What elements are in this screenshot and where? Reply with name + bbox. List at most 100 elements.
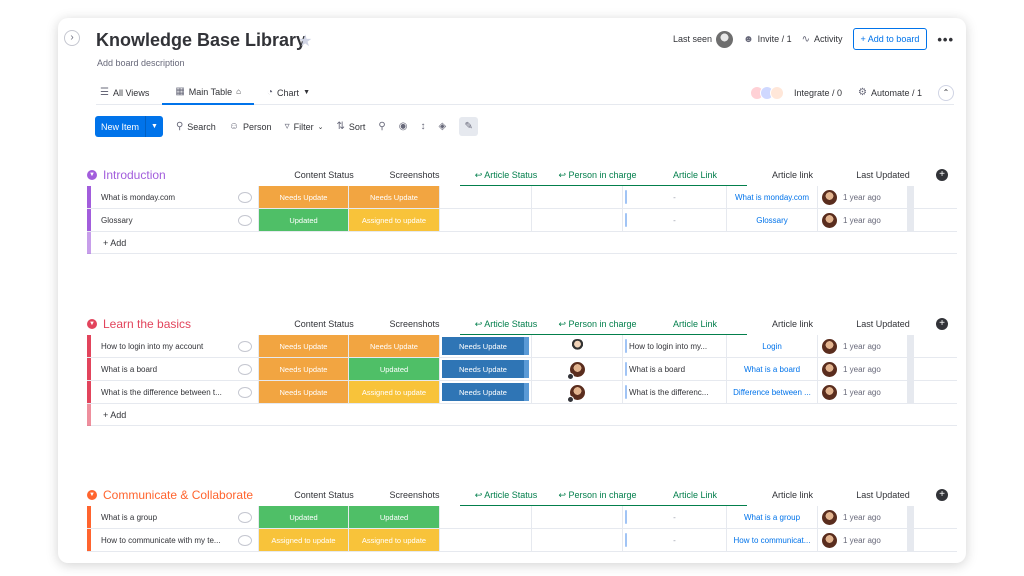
last-updated-cell[interactable]: 1 year ago xyxy=(818,209,908,231)
all-views-tab[interactable]: ☰ All Views xyxy=(96,81,162,105)
add-column-icon[interactable]: + xyxy=(936,169,948,181)
item-name-cell[interactable]: What is the difference between t... xyxy=(87,381,259,403)
table-row[interactable]: What is the difference between t... Needs… xyxy=(87,381,957,404)
item-name[interactable]: How to login into my account xyxy=(101,342,203,351)
chevron-down-icon[interactable]: ▼ xyxy=(87,319,97,329)
article-status-cell[interactable]: Needs Update xyxy=(440,381,532,403)
item-name-cell[interactable]: How to communicate with my te... xyxy=(87,529,259,551)
column-header[interactable]: ↩ Person in charge xyxy=(552,484,643,506)
item-name[interactable]: What is the difference between t... xyxy=(101,388,222,397)
group-name[interactable]: Learn the basics xyxy=(103,317,191,331)
comment-icon[interactable] xyxy=(238,534,252,546)
automate-button[interactable]: ⚙ Automate / 1 xyxy=(858,87,922,98)
screenshots-status-cell[interactable]: Updated xyxy=(349,358,440,380)
content-status-cell[interactable]: Needs Update xyxy=(259,358,349,380)
item-name[interactable]: What is a group xyxy=(101,513,157,522)
group-name[interactable]: Introduction xyxy=(103,168,166,182)
avatar[interactable] xyxy=(569,338,585,354)
last-seen[interactable]: Last seen xyxy=(673,30,734,48)
article-link[interactable]: Glossary xyxy=(756,216,788,225)
content-status-cell[interactable]: Needs Update xyxy=(259,335,349,357)
column-header[interactable]: ↩ Person in charge xyxy=(552,313,643,335)
article-status-cell[interactable]: Needs Update xyxy=(440,335,532,357)
filter-button[interactable]: ▿ Filter ⌄ xyxy=(285,121,324,132)
group-title[interactable]: ▼ Communicate & Collaborate xyxy=(87,488,279,502)
article-link-text-cell[interactable]: - xyxy=(623,506,727,528)
column-header[interactable]: Screenshots xyxy=(369,164,460,186)
content-status-cell[interactable]: Assigned to update xyxy=(259,529,349,551)
column-header[interactable]: Screenshots xyxy=(369,484,460,506)
content-status-cell[interactable]: Needs Update xyxy=(259,186,349,208)
hide-icon[interactable]: ◉ xyxy=(399,121,408,132)
add-to-board-button[interactable]: + Add to board xyxy=(852,28,928,50)
article-link-text-cell[interactable]: How to login into my... xyxy=(623,335,727,357)
article-link[interactable]: What is a board xyxy=(744,365,800,374)
last-updated-cell[interactable]: 1 year ago xyxy=(818,381,908,403)
table-row[interactable]: Glossary Updated Assigned to update - Glossa… xyxy=(87,209,957,232)
table-row[interactable]: What is monday.com Needs Update Needs Upda… xyxy=(87,186,957,209)
column-header[interactable]: Screenshots xyxy=(369,313,460,335)
board-description[interactable]: Add board description xyxy=(97,58,185,68)
column-header[interactable]: Article link xyxy=(747,484,838,506)
search-button[interactable]: ⚲ Search xyxy=(176,121,216,132)
article-link-cell[interactable]: What is a board xyxy=(727,358,818,380)
paint-brush-icon[interactable]: ✎ xyxy=(459,117,479,136)
comment-icon[interactable] xyxy=(238,214,252,226)
sort-button[interactable]: ⇅ Sort xyxy=(336,121,365,132)
add-item-row[interactable]: + Add xyxy=(87,403,957,426)
screenshots-status-cell[interactable]: Needs Update xyxy=(349,186,440,208)
add-item-button[interactable]: + Add xyxy=(87,231,930,254)
article-status-cell[interactable] xyxy=(440,506,532,528)
screenshots-status-cell[interactable]: Updated xyxy=(349,506,440,528)
item-name-cell[interactable]: How to login into my account xyxy=(87,335,259,357)
last-updated-cell[interactable]: 1 year ago xyxy=(818,335,908,357)
screenshots-status-cell[interactable]: Assigned to update xyxy=(349,209,440,231)
column-header[interactable]: Content Status xyxy=(279,313,369,335)
chevron-up-icon[interactable]: ⌃ xyxy=(938,84,954,101)
main-table-tab[interactable]: ▦ Main Table ⌂ xyxy=(162,81,254,105)
new-item-button[interactable]: New Item ▼ xyxy=(95,116,163,137)
article-link[interactable]: Login xyxy=(762,342,782,351)
item-name[interactable]: What is monday.com xyxy=(101,193,175,202)
column-header[interactable]: Article link xyxy=(747,313,838,335)
group-name[interactable]: Communicate & Collaborate xyxy=(103,488,253,502)
avatar[interactable] xyxy=(566,361,585,380)
article-link-cell[interactable]: Glossary xyxy=(727,209,818,231)
table-row[interactable]: What is a board Needs Update Updated Needs … xyxy=(87,358,957,381)
comment-icon[interactable] xyxy=(238,363,252,375)
column-header[interactable]: Last Updated xyxy=(838,313,928,335)
article-status-cell[interactable]: Needs Update xyxy=(440,358,532,380)
article-status-cell[interactable] xyxy=(440,186,532,208)
column-header[interactable]: ↩ Article Status xyxy=(460,484,552,506)
item-name[interactable]: Glossary xyxy=(101,216,133,225)
last-updated-cell[interactable]: 1 year ago xyxy=(818,358,908,380)
column-header[interactable]: ↩ Person in charge xyxy=(552,164,643,186)
chart-tab[interactable]: ◔ Chart ▼ xyxy=(254,81,323,105)
color-fill-icon[interactable]: ◈ xyxy=(438,121,446,132)
table-row[interactable]: How to communicate with my te... Assigned… xyxy=(87,529,957,552)
article-link-cell[interactable]: Login xyxy=(727,335,818,357)
comment-icon[interactable] xyxy=(238,191,252,203)
star-icon[interactable]: ★ xyxy=(298,31,312,51)
article-link[interactable]: Difference between ... xyxy=(733,388,811,397)
person-cell[interactable] xyxy=(532,506,623,528)
column-header[interactable]: Content Status xyxy=(279,484,369,506)
column-header[interactable]: Article link xyxy=(747,164,838,186)
article-link-text-cell[interactable]: - xyxy=(623,529,727,551)
person-cell[interactable] xyxy=(532,209,623,231)
article-status-cell[interactable] xyxy=(440,209,532,231)
add-item-button[interactable]: + Add xyxy=(87,403,930,426)
item-name[interactable]: What is a board xyxy=(101,365,157,374)
pin-icon[interactable]: ⚲ xyxy=(378,121,385,132)
column-header[interactable]: Article Link xyxy=(643,164,747,186)
article-link[interactable]: What is a group xyxy=(744,513,800,522)
item-name-cell[interactable]: What is a board xyxy=(87,358,259,380)
article-link-cell[interactable]: What is monday.com xyxy=(727,186,818,208)
article-link-text-cell[interactable]: What is the differenc... xyxy=(623,381,727,403)
person-filter-button[interactable]: ☺ Person xyxy=(229,121,272,132)
chevron-down-icon[interactable]: ▼ xyxy=(87,490,97,500)
item-name-cell[interactable]: What is monday.com xyxy=(87,186,259,208)
column-header[interactable]: Article Link xyxy=(643,484,747,506)
add-column-icon[interactable]: + xyxy=(936,318,948,330)
article-link-cell[interactable]: What is a group xyxy=(727,506,818,528)
